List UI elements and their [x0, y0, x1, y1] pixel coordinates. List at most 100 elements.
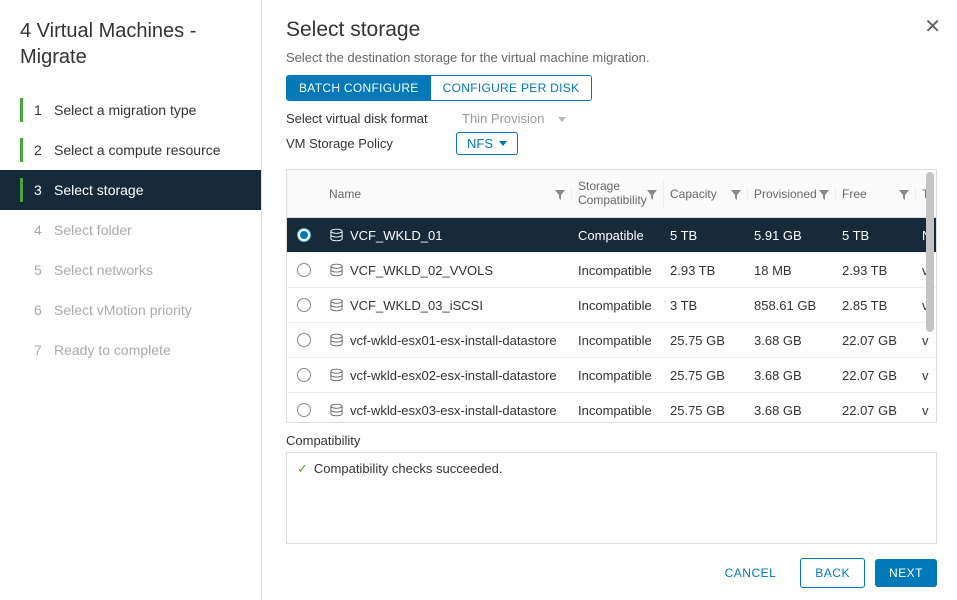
cell-free: 22.07 GB [842, 403, 897, 418]
wizard-step-6: 6 Select vMotion priority [0, 290, 261, 330]
disk-format-label: Select virtual disk format [286, 111, 456, 126]
table-row[interactable]: VCF_WKLD_02_VVOLS Incompatible 2.93 TB 18 M… [287, 253, 936, 288]
step-number: 2 [34, 142, 44, 158]
table-body: VCF_WKLD_01Compatible5 TB5.91 GB5 TBNVCF… [287, 218, 936, 423]
cell-capacity: 2.93 TB [670, 263, 715, 278]
cell-free: 22.07 GB [842, 333, 897, 348]
step-label: Select vMotion priority [54, 302, 192, 318]
cell-capacity: 5 TB [670, 228, 697, 243]
datastore-icon [329, 263, 344, 277]
radio-button[interactable] [297, 368, 311, 382]
radio-button[interactable] [297, 403, 311, 417]
wizard-step-7: 7Ready to complete [0, 330, 261, 370]
datastore-name: vcf-wkld-esx03-esx-install-datastore [350, 403, 557, 418]
wizard-step-5: 5 Select networks [0, 250, 261, 290]
step-label: Select a migration type [54, 102, 196, 118]
cell-free: 5 TB [842, 228, 869, 243]
datastore-icon [329, 403, 344, 417]
cell-provisioned: 5.91 GB [754, 228, 802, 243]
radio-button[interactable] [297, 333, 311, 347]
step-number: 4 [34, 222, 44, 238]
cell-compatibility: Incompatible [578, 333, 652, 348]
check-icon: ✓ [297, 461, 308, 476]
table-row[interactable]: vcf-wkld-esx03-esx-install-datastoreInco… [287, 393, 936, 423]
datastore-name: VCF_WKLD_03_iSCSI [350, 298, 483, 313]
table-row[interactable]: VCF_WKLD_01Compatible5 TB5.91 GB5 TBN [287, 218, 936, 253]
filter-icon[interactable] [647, 189, 657, 199]
datastore-name: VCF_WKLD_01 [350, 228, 442, 243]
datastore-icon [329, 333, 344, 347]
wizard-title: 4 Virtual Machines - Migrate [0, 18, 261, 84]
header-compatibility[interactable]: Storage Compatibility [578, 180, 647, 206]
tab-configure-per-disk[interactable]: CONFIGURE PER DISK [431, 76, 592, 100]
cell-compatibility: Compatible [578, 228, 644, 243]
step-number: 1 [34, 102, 44, 118]
datastore-icon [329, 368, 344, 382]
step-number: 5 [34, 262, 44, 278]
step-number: 3 [34, 182, 44, 198]
cancel-button[interactable]: CANCEL [711, 559, 791, 587]
datastore-name: VCF_WKLD_02_VVOLS [350, 263, 493, 278]
chevron-down-icon [558, 117, 566, 122]
header-free[interactable]: Free [842, 187, 867, 201]
step-number: 7 [34, 342, 44, 358]
storage-policy-label: VM Storage Policy [286, 136, 456, 151]
step-label: Select networks [54, 262, 153, 278]
compatibility-heading: Compatibility [286, 433, 937, 448]
disk-format-select[interactable]: Thin Provision [456, 111, 566, 126]
header-capacity[interactable]: Capacity [670, 187, 717, 201]
filter-icon[interactable] [899, 189, 909, 199]
datastore-icon [329, 298, 344, 312]
datastore-name: vcf-wkld-esx02-esx-install-datastore [350, 368, 557, 383]
back-button[interactable]: BACK [800, 558, 865, 588]
cell-capacity: 25.75 GB [670, 368, 725, 383]
wizard-step-2[interactable]: 2 Select a compute resource [0, 130, 261, 170]
cell-provisioned: 18 MB [754, 263, 792, 278]
datastore-table: Name Storage Compatibility Capacity Prov… [286, 169, 937, 423]
header-name[interactable]: Name [329, 187, 361, 201]
page-title: Select storage [286, 18, 937, 42]
tab-batch-configure[interactable]: BATCH CONFIGURE [287, 76, 431, 100]
cell-free: 2.93 TB [842, 263, 887, 278]
radio-button[interactable] [297, 298, 311, 312]
cell-free: 2.85 TB [842, 298, 887, 313]
next-button[interactable]: NEXT [875, 559, 937, 587]
step-label: Select a compute resource [54, 142, 221, 158]
cell-truncated: v [922, 368, 929, 383]
cell-truncated: v [922, 403, 929, 418]
cell-provisioned: 3.68 GB [754, 333, 802, 348]
filter-icon[interactable] [555, 189, 565, 199]
wizard-step-4: 4 Select folder [0, 210, 261, 250]
wizard-step-1[interactable]: 1 Select a migration type [0, 90, 261, 130]
radio-button[interactable] [297, 263, 311, 277]
step-label: Select folder [54, 222, 132, 238]
close-icon[interactable]: ✕ [924, 14, 941, 39]
wizard-step-3[interactable]: 3Select storage [0, 170, 261, 210]
table-row[interactable]: vcf-wkld-esx01-esx-install-datastoreInco… [287, 323, 936, 358]
table-row[interactable]: vcf-wkld-esx02-esx-install-datastore Inco… [287, 358, 936, 393]
cell-provisioned: 3.68 GB [754, 403, 802, 418]
table-header: Name Storage Compatibility Capacity Prov… [287, 170, 936, 218]
cell-compatibility: Incompatible [578, 298, 652, 313]
cell-provisioned: 858.61 GB [754, 298, 816, 313]
vertical-scrollbar[interactable] [926, 172, 934, 332]
wizard-steps: 1 Select a migration type 2 Select a comput… [0, 84, 261, 370]
cell-provisioned: 3.68 GB [754, 368, 802, 383]
filter-icon[interactable] [731, 189, 741, 199]
filter-icon[interactable] [819, 189, 829, 199]
compatibility-box: ✓Compatibility checks succeeded. [286, 452, 937, 544]
cell-truncated: v [922, 333, 929, 348]
config-tabs: BATCH CONFIGURE CONFIGURE PER DISK [286, 75, 937, 101]
wizard-sidebar: 4 Virtual Machines - Migrate 1 Select a m… [0, 0, 262, 600]
chevron-down-icon [499, 141, 507, 146]
cell-compatibility: Incompatible [578, 368, 652, 383]
header-provisioned[interactable]: Provisioned [754, 187, 817, 201]
step-number: 6 [34, 302, 44, 318]
storage-policy-select[interactable]: NFS [456, 132, 518, 155]
datastore-icon [329, 228, 344, 242]
table-row[interactable]: VCF_WKLD_03_iSCSI Incompatible 3 TB 858.61 … [287, 288, 936, 323]
cell-free: 22.07 GB [842, 368, 897, 383]
cell-compatibility: Incompatible [578, 263, 652, 278]
radio-button[interactable] [297, 228, 311, 242]
cell-capacity: 3 TB [670, 298, 697, 313]
